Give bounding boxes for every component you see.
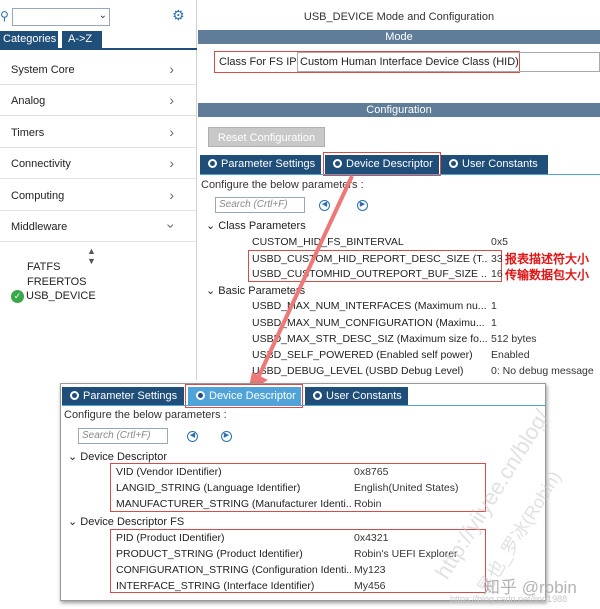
next-icon[interactable]: ▶ xyxy=(221,431,232,442)
param-name: MANUFACTURER_STRING (Manufacturer Identi… xyxy=(116,498,351,510)
collapse-icon: ⌄ xyxy=(68,451,78,463)
tab-icon xyxy=(70,391,79,400)
param-name: LANGID_STRING (Language Identifier) xyxy=(116,482,301,494)
param-value[interactable]: My456 xyxy=(354,580,386,592)
param-value[interactable]: Robin xyxy=(354,498,381,510)
previous-icon[interactable]: ◀ xyxy=(187,431,198,442)
param-name: PRODUCT_STRING (Product Identifier) xyxy=(116,548,303,560)
configure-text: Configure the below parameters : xyxy=(64,409,227,421)
device-descriptor-fs-group[interactable]: ⌄ Device Descriptor FS xyxy=(68,515,184,528)
collapse-icon: ⌄ xyxy=(68,516,78,528)
parameter-search-input[interactable]: Search (Crtl+F) xyxy=(78,428,168,444)
param-value[interactable]: English(United States) xyxy=(354,482,458,494)
group-label: Device Descriptor xyxy=(80,451,168,463)
tab-label: Parameter Settings xyxy=(83,390,178,402)
param-value[interactable]: 0x8765 xyxy=(354,466,388,478)
param-name: PID (Product IDentifier) xyxy=(116,532,225,544)
tab-user-constants[interactable]: User Constants xyxy=(305,387,408,405)
tab-label: User Constants xyxy=(326,390,402,402)
overlay-tabs: Parameter Settings Device Descriptor Use… xyxy=(62,387,546,405)
tabs-underline xyxy=(62,405,546,406)
group-label: Device Descriptor FS xyxy=(80,516,185,528)
param-value[interactable]: 0x4321 xyxy=(354,532,388,544)
device-descriptor-overlay: Parameter Settings Device Descriptor Use… xyxy=(60,383,546,601)
watermark-csdn: https://blog.csdn.net/ling1988 xyxy=(450,594,568,604)
param-name: INTERFACE_STRING (Interface Identifier) xyxy=(116,580,315,592)
arrow-shaft xyxy=(256,175,354,379)
param-value[interactable]: My123 xyxy=(354,564,386,576)
tab-icon xyxy=(313,391,322,400)
tab-parameter-settings[interactable]: Parameter Settings xyxy=(62,387,184,405)
device-descriptor-group[interactable]: ⌄ Device Descriptor xyxy=(68,450,167,463)
param-name: VID (Vendor IDentifier) xyxy=(116,466,222,478)
param-name: CONFIGURATION_STRING (Configuration Iden… xyxy=(116,564,351,576)
